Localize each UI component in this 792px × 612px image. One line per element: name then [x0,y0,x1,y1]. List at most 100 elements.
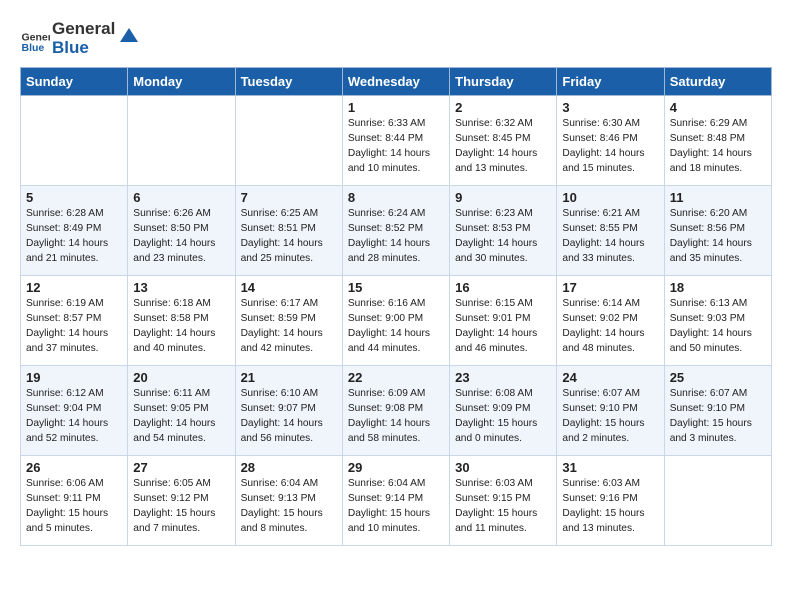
day-info: Sunrise: 6:16 AM Sunset: 9:00 PM Dayligh… [348,297,444,356]
day-info: Sunrise: 6:15 AM Sunset: 9:01 PM Dayligh… [455,297,551,356]
empty-cell [664,456,771,546]
calendar-day-cell: 31 Sunrise: 6:03 AM Sunset: 9:16 PM Dayli… [557,456,664,546]
calendar-day-cell: 21Sunrise: 6:10 AM Sunset: 9:07 PM Dayli… [235,366,342,456]
day-number: 29 [348,460,444,475]
day-number: 21 [241,370,337,385]
day-number: 16 [455,280,551,295]
logo: General Blue General Blue [20,20,140,57]
day-number: 4 [670,100,766,115]
empty-cell [128,96,235,186]
calendar-week-row: 12 Sunrise: 6:19 AM Sunset: 8:57 PM Dayli… [21,276,772,366]
day-number: 6 [133,190,229,205]
day-number: 2 [455,100,551,115]
day-number: 19 [26,370,122,385]
calendar-day-cell: 1 Sunrise: 6:33 AM Sunset: 8:44 PM Daylig… [342,96,449,186]
day-info: Sunrise: 6:32 AM Sunset: 8:45 PM Dayligh… [455,117,551,176]
day-number: 22 [348,370,444,385]
calendar-day-cell: 9 Sunrise: 6:23 AM Sunset: 8:53 PM Daylig… [450,186,557,276]
empty-cell [21,96,128,186]
calendar-day-cell: 16 Sunrise: 6:15 AM Sunset: 9:01 PM Dayli… [450,276,557,366]
calendar-day-cell: 10 Sunrise: 6:21 AM Sunset: 8:55 PM Dayli… [557,186,664,276]
calendar-day-cell: 8 Sunrise: 6:24 AM Sunset: 8:52 PM Daylig… [342,186,449,276]
day-number: 8 [348,190,444,205]
day-number: 5 [26,190,122,205]
day-info: Sunrise: 6:21 AM Sunset: 8:55 PM Dayligh… [562,207,658,266]
calendar-header-row: SundayMondayTuesdayWednesdayThursdayFrid… [21,68,772,96]
calendar-table: SundayMondayTuesdayWednesdayThursdayFrid… [20,67,772,546]
day-info: Sunrise: 6:20 AM Sunset: 8:56 PM Dayligh… [670,207,766,266]
day-number: 14 [241,280,337,295]
logo-blue: Blue [52,39,115,58]
day-number: 11 [670,190,766,205]
logo-arrow-icon [118,24,140,46]
calendar-week-row: 19 Sunrise: 6:12 AM Sunset: 9:04 PM Dayli… [21,366,772,456]
day-info: Sunrise: 6:29 AM Sunset: 8:48 PM Dayligh… [670,117,766,176]
calendar-day-cell: 12 Sunrise: 6:19 AM Sunset: 8:57 PM Dayli… [21,276,128,366]
page-header: General Blue General Blue [20,20,772,57]
svg-text:Blue: Blue [22,42,45,54]
day-number: 24 [562,370,658,385]
calendar-day-cell: 15 Sunrise: 6:16 AM Sunset: 9:00 PM Dayli… [342,276,449,366]
day-info: Sunrise: 6:23 AM Sunset: 8:53 PM Dayligh… [455,207,551,266]
day-info: Sunrise: 6:07 AM Sunset: 9:10 PM Dayligh… [670,387,766,446]
day-info: Sunrise: 6:28 AM Sunset: 8:49 PM Dayligh… [26,207,122,266]
day-number: 20 [133,370,229,385]
day-number: 1 [348,100,444,115]
calendar-day-cell: 5 Sunrise: 6:28 AM Sunset: 8:49 PM Daylig… [21,186,128,276]
day-number: 25 [670,370,766,385]
calendar-day-cell: 24 Sunrise: 6:07 AM Sunset: 9:10 PM Dayli… [557,366,664,456]
day-header-wednesday: Wednesday [342,68,449,96]
calendar-day-cell: 2 Sunrise: 6:32 AM Sunset: 8:45 PM Daylig… [450,96,557,186]
day-number: 12 [26,280,122,295]
calendar-day-cell: 11 Sunrise: 6:20 AM Sunset: 8:56 PM Dayli… [664,186,771,276]
calendar-day-cell: 27 Sunrise: 6:05 AM Sunset: 9:12 PM Dayli… [128,456,235,546]
calendar-day-cell: 28Sunrise: 6:04 AM Sunset: 9:13 PM Dayli… [235,456,342,546]
empty-cell [235,96,342,186]
logo-icon: General Blue [20,24,50,54]
day-number: 26 [26,460,122,475]
day-info: Sunrise: 6:05 AM Sunset: 9:12 PM Dayligh… [133,477,229,536]
day-info: Sunrise: 6:03 AM Sunset: 9:15 PM Dayligh… [455,477,551,536]
day-number: 31 [562,460,658,475]
calendar-day-cell: 30 Sunrise: 6:03 AM Sunset: 9:15 PM Dayli… [450,456,557,546]
day-info: Sunrise: 6:24 AM Sunset: 8:52 PM Dayligh… [348,207,444,266]
day-info: Sunrise: 6:12 AM Sunset: 9:04 PM Dayligh… [26,387,122,446]
calendar-day-cell: 26 Sunrise: 6:06 AM Sunset: 9:11 PM Dayli… [21,456,128,546]
day-info: Sunrise: 6:03 AM Sunset: 9:16 PM Dayligh… [562,477,658,536]
calendar-day-cell: 17Sunrise: 6:14 AM Sunset: 9:02 PM Dayli… [557,276,664,366]
day-info: Sunrise: 6:13 AM Sunset: 9:03 PM Dayligh… [670,297,766,356]
day-number: 28 [241,460,337,475]
calendar-week-row: 5 Sunrise: 6:28 AM Sunset: 8:49 PM Daylig… [21,186,772,276]
day-number: 13 [133,280,229,295]
day-number: 23 [455,370,551,385]
day-info: Sunrise: 6:11 AM Sunset: 9:05 PM Dayligh… [133,387,229,446]
calendar-day-cell: 14 Sunrise: 6:17 AM Sunset: 8:59 PM Dayli… [235,276,342,366]
day-number: 17 [562,280,658,295]
calendar-day-cell: 19 Sunrise: 6:12 AM Sunset: 9:04 PM Dayli… [21,366,128,456]
day-info: Sunrise: 6:07 AM Sunset: 9:10 PM Dayligh… [562,387,658,446]
day-info: Sunrise: 6:04 AM Sunset: 9:14 PM Dayligh… [348,477,444,536]
day-info: Sunrise: 6:18 AM Sunset: 8:58 PM Dayligh… [133,297,229,356]
day-number: 27 [133,460,229,475]
day-header-saturday: Saturday [664,68,771,96]
day-info: Sunrise: 6:33 AM Sunset: 8:44 PM Dayligh… [348,117,444,176]
calendar-week-row: 26 Sunrise: 6:06 AM Sunset: 9:11 PM Dayli… [21,456,772,546]
calendar-day-cell: 6Sunrise: 6:26 AM Sunset: 8:50 PM Daylig… [128,186,235,276]
day-header-monday: Monday [128,68,235,96]
day-header-friday: Friday [557,68,664,96]
calendar-week-row: 1 Sunrise: 6:33 AM Sunset: 8:44 PM Daylig… [21,96,772,186]
day-number: 15 [348,280,444,295]
day-number: 10 [562,190,658,205]
calendar-day-cell: 23Sunrise: 6:08 AM Sunset: 9:09 PM Dayli… [450,366,557,456]
day-info: Sunrise: 6:19 AM Sunset: 8:57 PM Dayligh… [26,297,122,356]
day-info: Sunrise: 6:09 AM Sunset: 9:08 PM Dayligh… [348,387,444,446]
day-number: 30 [455,460,551,475]
day-number: 9 [455,190,551,205]
day-number: 7 [241,190,337,205]
day-info: Sunrise: 6:06 AM Sunset: 9:11 PM Dayligh… [26,477,122,536]
day-header-thursday: Thursday [450,68,557,96]
calendar-day-cell: 25 Sunrise: 6:07 AM Sunset: 9:10 PM Dayli… [664,366,771,456]
calendar-day-cell: 4 Sunrise: 6:29 AM Sunset: 8:48 PM Daylig… [664,96,771,186]
day-info: Sunrise: 6:17 AM Sunset: 8:59 PM Dayligh… [241,297,337,356]
calendar-day-cell: 18Sunrise: 6:13 AM Sunset: 9:03 PM Dayli… [664,276,771,366]
